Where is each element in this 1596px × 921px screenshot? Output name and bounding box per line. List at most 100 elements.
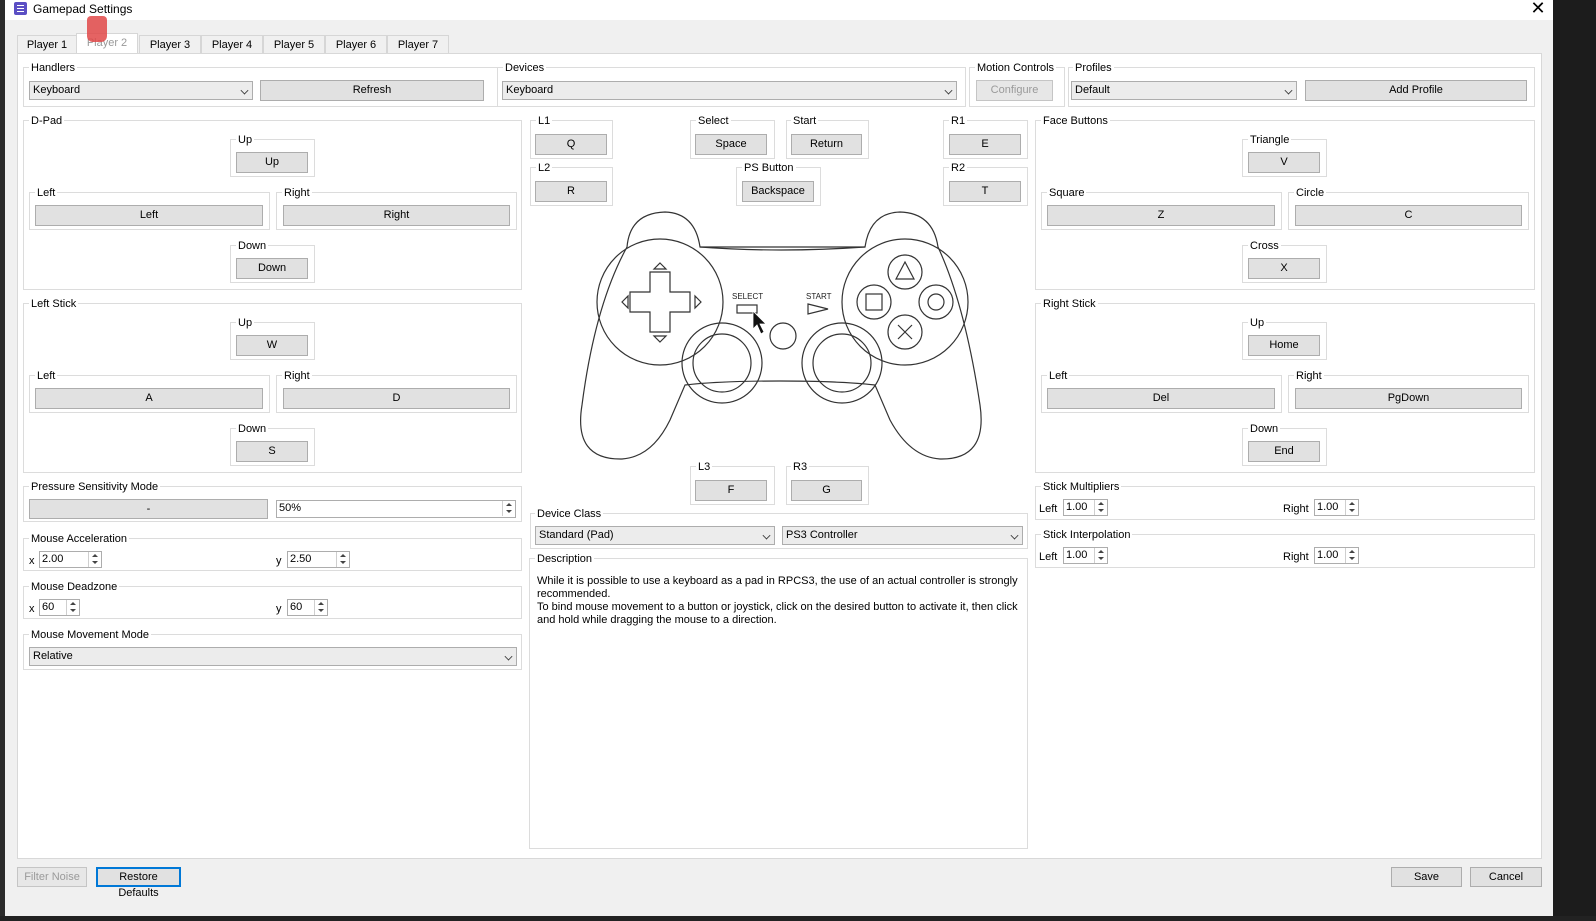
triangle-button[interactable]: V	[1248, 152, 1320, 173]
save-button[interactable]: Save	[1391, 867, 1462, 887]
ls-right-button[interactable]: D	[283, 388, 510, 409]
tab-player-3[interactable]: Player 3	[139, 35, 201, 54]
rs-right-label: Right	[1294, 370, 1324, 382]
ls-down-button[interactable]: S	[236, 441, 308, 462]
triangle-btn-ring	[887, 254, 923, 290]
spin-arrows-icon[interactable]	[314, 600, 327, 615]
spin-arrows-icon[interactable]	[88, 552, 101, 567]
select-button[interactable]: Space	[695, 134, 767, 155]
accel-y-label: y	[276, 555, 282, 567]
ls-left-button[interactable]: A	[35, 388, 263, 409]
device-class-select[interactable]: Standard (Pad)	[535, 526, 775, 545]
mult-left-value: 1.00	[1066, 501, 1088, 513]
tab-player-4[interactable]: Player 4	[201, 35, 263, 54]
add-profile-button[interactable]: Add Profile	[1305, 80, 1527, 101]
close-icon[interactable]: ✕	[1526, 0, 1550, 19]
start-label: Start	[791, 115, 819, 127]
chevron-down-icon	[944, 86, 953, 95]
accel-x-spinbox[interactable]: 2.00	[39, 551, 102, 568]
dpad-right-label: Right	[282, 187, 312, 199]
mouse-accel-label: Mouse Acceleration	[29, 533, 129, 545]
right-stick-inner	[812, 333, 872, 393]
l3-button[interactable]: F	[695, 480, 767, 501]
pressure-key-button[interactable]: -	[29, 499, 268, 519]
description-label: Description	[535, 553, 595, 565]
cancel-button[interactable]: Cancel	[1470, 867, 1542, 887]
filter-noise-button[interactable]: Filter Noise	[17, 867, 87, 887]
controller-image: SELECT START	[580, 211, 982, 460]
mult-left-spinbox[interactable]: 1.00	[1063, 499, 1108, 516]
mult-right-spinbox[interactable]: 1.00	[1314, 499, 1359, 516]
square-btn-ring	[856, 284, 892, 320]
tab-player-2[interactable]: Player 2	[76, 33, 138, 54]
rs-down-button[interactable]: End	[1248, 441, 1320, 462]
deadzone-y-spinbox[interactable]: 60	[287, 599, 328, 616]
ls-up-label: Up	[236, 317, 255, 329]
mouse-move-select[interactable]: Relative	[29, 647, 517, 666]
right-stick-label: Right Stick	[1041, 298, 1098, 310]
ps-button[interactable]: Backspace	[742, 181, 814, 202]
gamepad-settings-window: Gamepad Settings ✕ Player 1 Player 2 Pla…	[5, 0, 1553, 916]
face-buttons-label: Face Buttons	[1041, 115, 1110, 127]
circle-label: Circle	[1294, 187, 1327, 199]
ls-left-label: Left	[35, 370, 58, 382]
spin-arrows-icon[interactable]	[1094, 548, 1107, 563]
handler-select[interactable]: Keyboard	[29, 81, 253, 100]
profiles-label: Profiles	[1073, 62, 1114, 74]
device-value: Keyboard	[506, 84, 554, 96]
dpad-left-button[interactable]: Left	[35, 205, 263, 226]
spin-arrows-icon[interactable]	[336, 552, 349, 567]
dpad-down-icon	[652, 335, 668, 343]
rs-left-label: Left	[1047, 370, 1070, 382]
device-select[interactable]: Keyboard	[502, 81, 957, 100]
tab-player-6[interactable]: Player 6	[325, 35, 387, 54]
r2-button[interactable]: T	[949, 181, 1021, 202]
left-stick-outer	[681, 322, 763, 404]
spin-arrows-icon[interactable]	[66, 600, 79, 615]
refresh-button[interactable]: Refresh	[260, 80, 484, 101]
square-button[interactable]: Z	[1047, 205, 1275, 226]
tab-player-7[interactable]: Player 7	[387, 35, 449, 54]
spin-arrows-icon[interactable]	[1094, 500, 1107, 515]
ls-up-button[interactable]: W	[236, 335, 308, 356]
chevron-down-icon	[762, 531, 771, 540]
l2-button[interactable]: R	[535, 181, 607, 202]
deadzone-x-spinbox[interactable]: 60	[39, 599, 80, 616]
spin-arrows-icon[interactable]	[1345, 500, 1358, 515]
dpad-down-button[interactable]: Down	[236, 258, 308, 279]
mouse-cursor-icon	[752, 310, 767, 335]
motion-controls-label: Motion Controls	[975, 62, 1057, 74]
interp-left-spinbox[interactable]: 1.00	[1063, 547, 1108, 564]
profile-select[interactable]: Default	[1071, 81, 1297, 100]
device-class-value: Standard (Pad)	[539, 529, 614, 541]
spin-arrows-icon[interactable]	[1345, 548, 1358, 563]
accel-y-spinbox[interactable]: 2.50	[287, 551, 350, 568]
tab-player-1[interactable]: Player 1	[17, 35, 77, 54]
r1-button[interactable]: E	[949, 134, 1021, 155]
l1-button[interactable]: Q	[535, 134, 607, 155]
dpad-up-button[interactable]: Up	[236, 152, 308, 173]
interp-right-label: Right	[1283, 551, 1309, 563]
circle-button[interactable]: C	[1295, 205, 1522, 226]
rs-up-button[interactable]: Home	[1248, 335, 1320, 356]
start-button[interactable]: Return	[791, 134, 862, 155]
restore-defaults-button[interactable]: Restore Defaults	[96, 867, 181, 899]
pressure-percent-spinbox[interactable]: 50%	[276, 500, 516, 518]
r3-button[interactable]: G	[791, 480, 862, 501]
start-pad-icon	[807, 303, 829, 315]
rs-left-button[interactable]: Del	[1047, 388, 1275, 409]
rs-right-button[interactable]: PgDown	[1295, 388, 1522, 409]
configure-button[interactable]: Configure	[976, 80, 1053, 101]
device-class-label: Device Class	[535, 508, 604, 520]
cross-button[interactable]: X	[1248, 258, 1320, 279]
interp-right-spinbox[interactable]: 1.00	[1314, 547, 1359, 564]
dpad-right-button[interactable]: Right	[283, 205, 510, 226]
cross-icon	[897, 324, 913, 340]
device-type-select[interactable]: PS3 Controller	[782, 526, 1023, 545]
spin-arrows-icon[interactable]	[502, 501, 515, 516]
r2-label: R2	[949, 162, 968, 174]
cross-label: Cross	[1248, 240, 1281, 252]
ls-right-label: Right	[282, 370, 312, 382]
overlay-app-icon	[87, 16, 107, 42]
tab-player-5[interactable]: Player 5	[263, 35, 325, 54]
